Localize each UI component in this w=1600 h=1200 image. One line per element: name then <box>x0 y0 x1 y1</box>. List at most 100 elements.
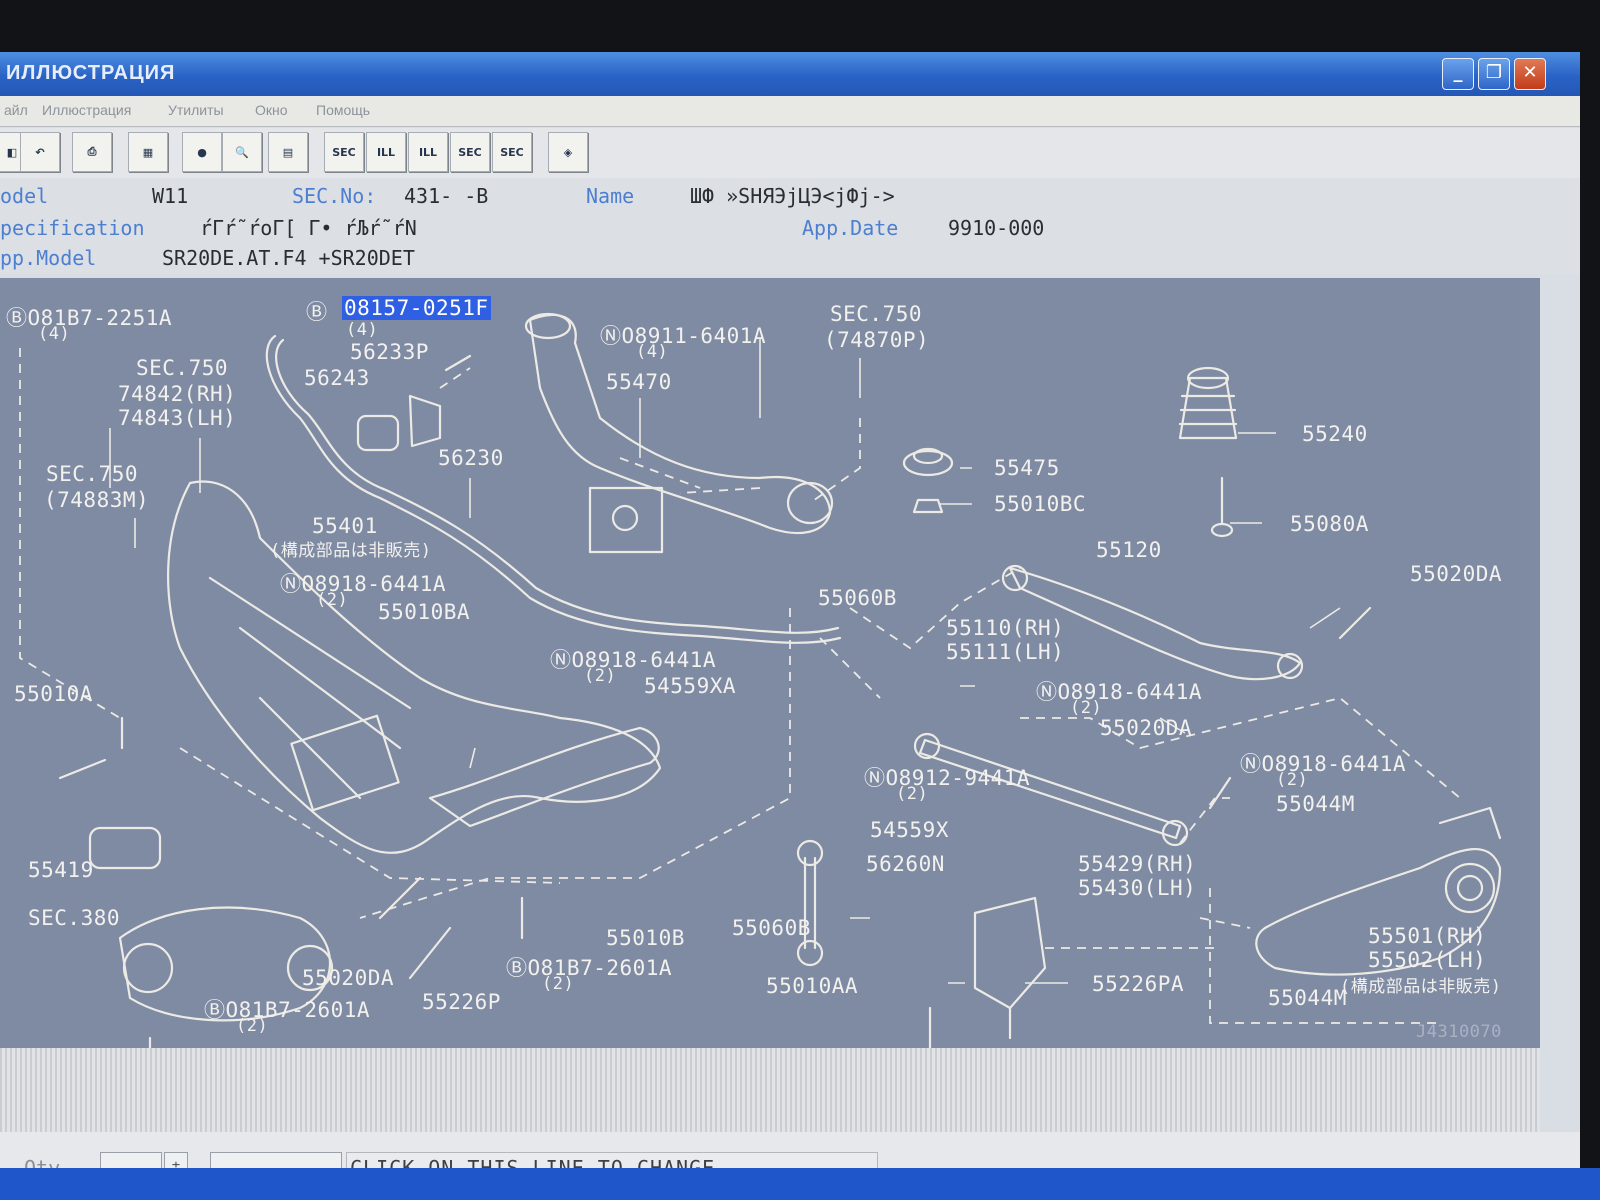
window-title: ИЛЛЮСТРАЦИЯ <box>6 62 176 84</box>
model-value: W11 <box>152 184 189 208</box>
label-08918-6441A[interactable]: ⓃO8918-6441A <box>280 568 446 598</box>
ill-next-icon[interactable]: ILL <box>408 132 448 172</box>
label-08918-6441A[interactable]: ⓃO8918-6441A <box>1036 676 1202 706</box>
label-qty: (4) <box>38 324 71 344</box>
label-55401[interactable]: 55401 <box>312 514 378 538</box>
label-55044M[interactable]: 55044M <box>1268 986 1347 1010</box>
restore-button[interactable]: ❐ <box>1478 58 1510 90</box>
label-56243[interactable]: 56243 <box>304 366 370 390</box>
label-55430-lh[interactable]: 55430(LH) <box>1078 876 1196 900</box>
app-screen: ИЛЛЮСТРАЦИЯ _ ❐ ✕ айл Иллюстрация Утилит… <box>0 52 1580 1200</box>
label-55419[interactable]: 55419 <box>28 858 94 882</box>
sec-query-icon[interactable]: SEC <box>492 132 532 172</box>
label-74870P[interactable]: (74870P) <box>824 328 929 352</box>
taskbar <box>0 1168 1600 1200</box>
label-081B7-2251A[interactable]: ⒷO81B7-2251A <box>6 302 172 332</box>
label-55044M[interactable]: 55044M <box>1276 792 1355 816</box>
label-55060B[interactable]: 55060B <box>732 916 811 940</box>
sec-value: 431- -B <box>404 184 489 208</box>
label-54559X[interactable]: 54559X <box>870 818 949 842</box>
label-55240[interactable]: 55240 <box>1302 422 1368 446</box>
label-55010B[interactable]: 55010B <box>606 926 685 950</box>
minimize-button[interactable]: _ <box>1442 58 1474 90</box>
map-pin-icon[interactable]: ◈ <box>548 132 588 172</box>
magnifier-icon[interactable]: 🔍 <box>222 132 262 172</box>
label-sec750[interactable]: SEC.750 <box>136 356 228 380</box>
label-55226P[interactable]: 55226P <box>422 990 501 1014</box>
label-55010BA[interactable]: 55010BA <box>378 600 470 624</box>
label-qty: (2) <box>584 666 617 686</box>
label-55110-rh[interactable]: 55110(RH) <box>946 616 1064 640</box>
label-08912-9441A[interactable]: ⓃO8912-9441A <box>864 762 1030 792</box>
appmodel-value: SR20DE.AT.F4 +SR20DET <box>162 246 415 270</box>
notes-icon[interactable]: ▤ <box>268 132 308 172</box>
label-55501-rh[interactable]: 55501(RH) <box>1368 924 1486 948</box>
label-qty: (2) <box>1276 770 1309 790</box>
label-56260N[interactable]: 56260N <box>866 852 945 876</box>
menu-illustration[interactable]: Иллюстрация <box>42 102 131 118</box>
label-081B7-2601A[interactable]: ⒷO81B7-2601A <box>204 994 370 1024</box>
appdate-value: 9910-000 <box>948 216 1045 240</box>
menu-window[interactable]: Окно <box>255 102 288 118</box>
label-55470[interactable]: 55470 <box>606 370 672 394</box>
label-55020DA[interactable]: 55020DA <box>1100 716 1192 740</box>
label-qty: (2) <box>542 974 575 994</box>
undo-icon[interactable]: ↶ <box>20 132 60 172</box>
menu-file[interactable]: айл <box>4 102 28 118</box>
sec-prev-icon[interactable]: SEC <box>324 132 364 172</box>
label-sec750[interactable]: SEC.750 <box>830 302 922 326</box>
label-56230[interactable]: 56230 <box>438 446 504 470</box>
label-sec380[interactable]: SEC.380 <box>28 906 120 930</box>
label-08157-0251F-selected[interactable]: 08157-0251F <box>342 296 491 320</box>
label-55226PA[interactable]: 55226PA <box>1092 972 1184 996</box>
label-08918-6441A[interactable]: ⓃO8918-6441A <box>1240 748 1406 778</box>
close-button[interactable]: ✕ <box>1514 58 1546 90</box>
label-not-sold-note: (構成部品は非販売) <box>270 541 432 561</box>
label-55080A[interactable]: 55080A <box>1290 512 1369 536</box>
label-081B7-2601A[interactable]: ⒷO81B7-2601A <box>506 952 672 982</box>
label-55010A[interactable]: 55010A <box>14 682 93 706</box>
menu-utilities[interactable]: Утилиты <box>168 102 224 118</box>
label-55475[interactable]: 55475 <box>994 456 1060 480</box>
label-55502-lh[interactable]: 55502(LH) <box>1368 948 1486 972</box>
sec-label: SEC.No: <box>292 184 377 208</box>
parts-illustration[interactable]: ⒷO81B7-2251A (4) Ⓑ 08157-0251F (4) 56233… <box>0 278 1540 1048</box>
label-55429-rh[interactable]: 55429(RH) <box>1078 852 1196 876</box>
record-icon[interactable]: ● <box>182 132 222 172</box>
label-55120[interactable]: 55120 <box>1096 538 1162 562</box>
label-55020DA[interactable]: 55020DA <box>1410 562 1502 586</box>
illustration-code: J4310070 <box>1416 1022 1502 1042</box>
label-55060B[interactable]: 55060B <box>818 586 897 610</box>
ill-prev-icon[interactable]: ILL <box>366 132 406 172</box>
label-55111-lh[interactable]: 55111(LH) <box>946 640 1064 664</box>
label-08918-6441A[interactable]: ⓃO8918-6441A <box>550 644 716 674</box>
title-bar: ИЛЛЮСТРАЦИЯ _ ❐ ✕ <box>0 52 1580 96</box>
part-info-panel: odel W11 SEC.No: 431- -B Name ШФ »SHЯЭjЦ… <box>0 178 1580 274</box>
label-55010AA[interactable]: 55010AA <box>766 974 858 998</box>
appdate-label: App.Date <box>802 216 899 240</box>
label-56233P[interactable]: 56233P <box>350 340 429 364</box>
label-qty: (2) <box>236 1016 269 1036</box>
label-sec750[interactable]: SEC.750 <box>46 462 138 486</box>
label-qty: (2) <box>316 590 349 610</box>
label-74883M[interactable]: (74883M) <box>44 488 149 512</box>
catalog-icon[interactable]: ▦ <box>128 132 168 172</box>
menu-bar: айл Иллюстрация Утилиты Окно Помощь <box>0 96 1580 127</box>
label-qty: (4) <box>346 320 379 340</box>
appmodel-label: pp.Model <box>0 246 97 270</box>
label-55020DA[interactable]: 55020DA <box>302 966 394 990</box>
label-qty: (2) <box>1070 698 1103 718</box>
hatched-divider <box>0 1048 1540 1132</box>
label-qty: (2) <box>896 784 929 804</box>
spec-value: ŕΓŕ˜ŕoΓ[ Γ• ŕЉŕ˜ŕN <box>200 216 417 240</box>
print-icon[interactable]: ⎙ <box>72 132 112 172</box>
label-54559XA[interactable]: 54559XA <box>644 674 736 698</box>
menu-help[interactable]: Помощь <box>316 102 370 118</box>
label-55010BC[interactable]: 55010BC <box>994 492 1086 516</box>
sec-next-icon[interactable]: SEC <box>450 132 490 172</box>
model-label: odel <box>0 184 49 208</box>
spec-label: pecification <box>0 216 145 240</box>
label-74843-lh[interactable]: 74843(LH) <box>118 406 236 430</box>
label-08911-6401A[interactable]: ⓃO8911-6401A <box>600 320 766 350</box>
label-74842-rh[interactable]: 74842(RH) <box>118 382 236 406</box>
